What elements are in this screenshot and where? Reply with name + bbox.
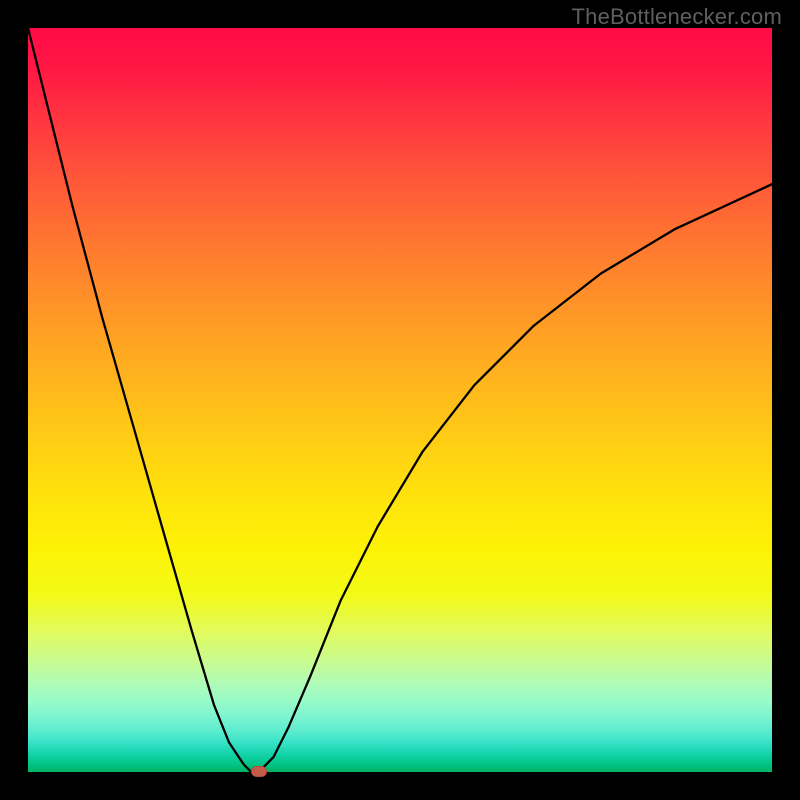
chart-marker-dot [251, 766, 267, 777]
watermark-text: TheBottlenecker.com [572, 4, 782, 30]
chart-curve-path [28, 28, 772, 772]
chart-frame [28, 28, 772, 772]
chart-curve-svg [28, 28, 772, 772]
